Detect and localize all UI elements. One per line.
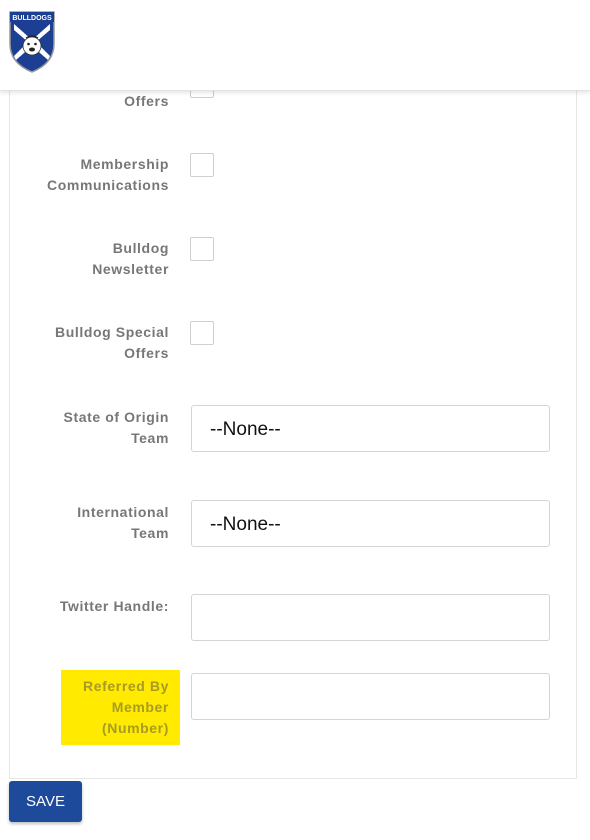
bulldog-newsletter-checkbox[interactable] — [190, 237, 214, 261]
referred-by-member-label: Referred By Member (Number) — [61, 670, 180, 745]
international-team-label: International Team — [77, 504, 169, 541]
international-team-value: --None-- — [210, 514, 281, 535]
bulldogs-logo-icon[interactable]: BULLDOGS — [8, 10, 56, 74]
app-header: BULLDOGS — [0, 0, 590, 91]
bulldog-special-offers-checkbox[interactable] — [190, 321, 214, 345]
referred-by-member-input[interactable] — [191, 673, 550, 720]
state-of-origin-team-select[interactable]: --None-- — [191, 405, 550, 452]
international-team-select[interactable]: --None-- — [191, 500, 550, 547]
bulldog-newsletter-label: Bulldog Newsletter — [92, 240, 169, 277]
twitter-handle-label: Twitter Handle: — [59, 598, 169, 614]
membership-communications-label: Membership Communications — [47, 156, 169, 193]
svg-text:BULLDOGS: BULLDOGS — [12, 15, 52, 22]
save-button[interactable]: SAVE — [9, 781, 82, 822]
state-of-origin-team-label: State of Origin Team — [63, 409, 169, 446]
membership-communications-checkbox[interactable] — [190, 153, 214, 177]
offers-label: Offers — [124, 93, 169, 109]
bulldog-special-offers-label: Bulldog Special Offers — [54, 324, 169, 361]
state-of-origin-team-value: --None-- — [210, 419, 281, 440]
twitter-handle-input[interactable] — [191, 594, 550, 641]
